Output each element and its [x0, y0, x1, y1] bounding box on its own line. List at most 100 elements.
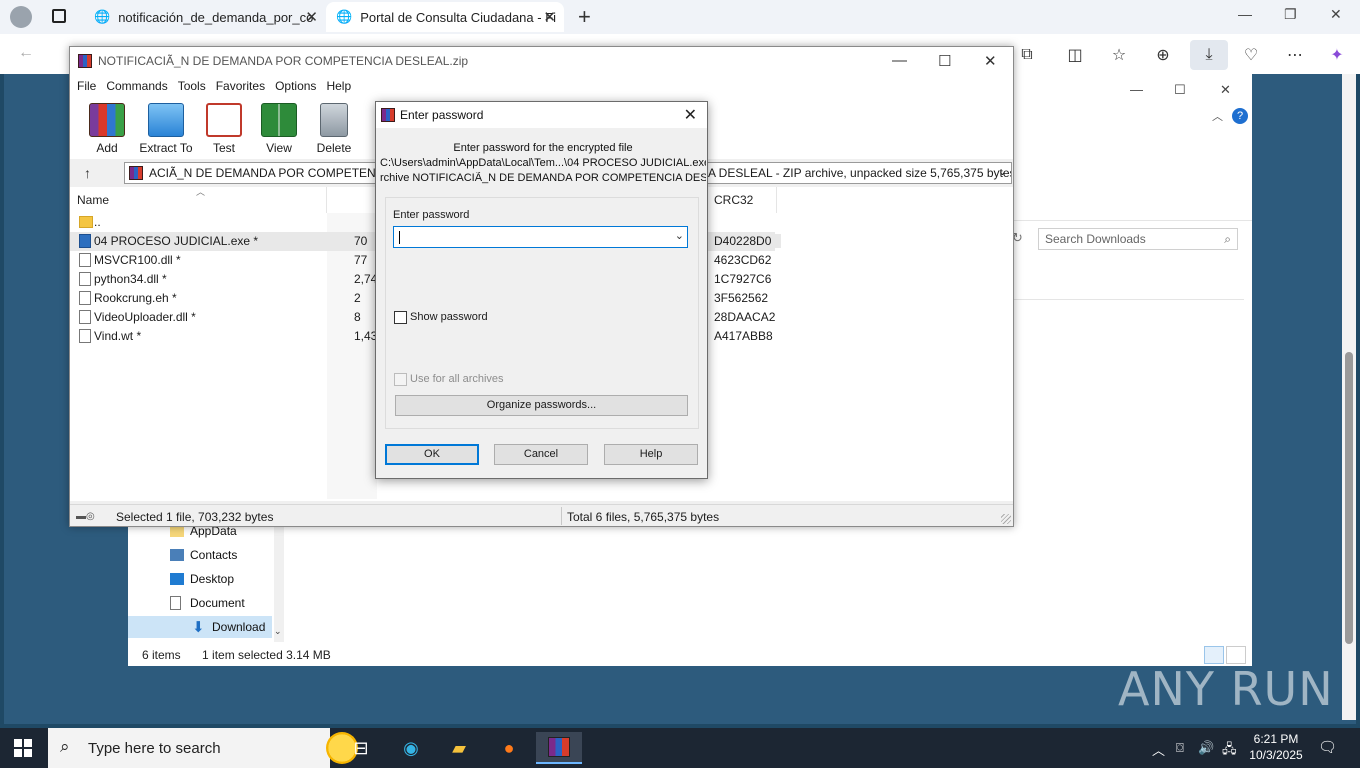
- file-size: 1,43: [354, 329, 378, 343]
- file-size: 70: [354, 234, 368, 248]
- tool-label: Delete: [316, 141, 352, 155]
- password-input[interactable]: ⌄: [393, 226, 688, 248]
- split-screen-icon[interactable]: ◫: [1064, 44, 1086, 66]
- clock-time: 6:21 PM: [1253, 732, 1299, 746]
- exe-icon: [79, 234, 91, 248]
- windows-start-icon[interactable]: [14, 739, 32, 757]
- minimize-icon[interactable]: —: [1130, 82, 1143, 97]
- file-name: VideoUploader.dll *: [94, 310, 196, 324]
- new-tab-button[interactable]: +: [578, 4, 591, 30]
- minimize-icon[interactable]: —: [892, 52, 907, 69]
- help-button[interactable]: Help: [604, 444, 698, 465]
- add-button[interactable]: Add: [79, 103, 135, 155]
- close-icon[interactable]: ✕: [1220, 82, 1231, 98]
- resize-grip-icon[interactable]: [1001, 514, 1011, 524]
- tab-actions-icon[interactable]: [52, 9, 66, 23]
- nav-item-contacts[interactable]: Contacts: [170, 544, 238, 566]
- tool-label: Extract To: [139, 141, 193, 155]
- sort-caret-icon: ︿: [196, 187, 206, 197]
- tab-title: notificación_de_demanda_por_co: [118, 9, 314, 25]
- item-count: 6 items: [142, 648, 181, 662]
- menu-favorites[interactable]: Favorites: [216, 75, 273, 97]
- volume-icon[interactable]: 🔊: [1198, 740, 1214, 756]
- restore-icon[interactable]: ❐: [1284, 6, 1297, 23]
- nav-item-label: Download: [212, 620, 266, 634]
- close-icon[interactable]: ✕: [1330, 6, 1342, 23]
- close-icon[interactable]: ✕: [984, 52, 997, 70]
- text-caret: [399, 231, 400, 245]
- menu-help[interactable]: Help: [326, 75, 359, 97]
- nav-item-documents[interactable]: Document: [170, 592, 245, 614]
- show-password-label[interactable]: Show password: [410, 311, 488, 323]
- ok-button[interactable]: OK: [385, 444, 479, 465]
- network-icon[interactable]: 🖧: [1222, 740, 1237, 762]
- favorites-icon[interactable]: ☆: [1108, 44, 1130, 66]
- search-placeholder: Type here to search: [88, 740, 221, 757]
- more-icon[interactable]: ⋯: [1284, 44, 1306, 66]
- close-tab-icon[interactable]: ✕: [305, 8, 318, 26]
- clock[interactable]: 6:21 PM 10/3/2025: [1246, 731, 1306, 763]
- minimize-icon[interactable]: —: [1238, 6, 1252, 22]
- close-tab-icon[interactable]: ✕: [543, 8, 556, 26]
- crc-value: A417ABB8: [714, 329, 773, 343]
- nav-item-label: Contacts: [190, 548, 238, 562]
- help-icon[interactable]: ?: [1232, 108, 1248, 124]
- chevron-up-icon[interactable]: ︿: [1152, 740, 1165, 759]
- use-for-all-label: Use for all archives: [410, 373, 504, 385]
- dialog-title: Enter password: [400, 108, 484, 122]
- globe-icon: 🌐: [94, 9, 111, 24]
- scrollbar-thumb[interactable]: [1345, 352, 1353, 644]
- copilot-icon[interactable]: ✦: [1326, 44, 1348, 66]
- notification-icon[interactable]: 🗨: [1318, 738, 1337, 756]
- nav-item-desktop[interactable]: Desktop: [170, 568, 234, 590]
- search-downloads-input[interactable]: Search Downloads ⌕: [1038, 228, 1238, 250]
- show-password-checkbox[interactable]: [394, 311, 407, 324]
- file-explorer-icon[interactable]: ▰: [442, 732, 476, 764]
- maximize-icon[interactable]: ☐: [1174, 82, 1186, 98]
- downloads-icon[interactable]: ⤓: [1190, 40, 1228, 70]
- task-view-icon[interactable]: ⊟: [344, 732, 378, 764]
- winrar-taskbar-icon[interactable]: [536, 732, 582, 764]
- extract-to-button[interactable]: Extract To: [138, 103, 194, 155]
- crc-value: 28DAACA2: [714, 310, 776, 324]
- edge-icon[interactable]: ◉: [394, 732, 428, 764]
- menu-tools[interactable]: Tools: [178, 75, 214, 97]
- profile-avatar[interactable]: [10, 6, 32, 28]
- dialog-archive-name: rchive NOTIFICACIÃ_N DE DEMANDA POR COMP…: [380, 172, 706, 184]
- nav-scrollbar[interactable]: ⌄: [274, 524, 284, 642]
- key-icon: ▬◎: [76, 511, 95, 522]
- divider: [561, 507, 562, 525]
- close-icon[interactable]: ✕: [684, 105, 697, 125]
- up-folder-icon[interactable]: ↑: [84, 165, 91, 181]
- view-button[interactable]: View: [251, 103, 307, 155]
- maximize-icon[interactable]: ☐: [938, 52, 951, 70]
- taskbar-search-box[interactable]: ⌕ Type here to search: [48, 728, 358, 768]
- chevron-down-icon[interactable]: ⌄: [675, 229, 684, 242]
- back-icon[interactable]: ←: [18, 44, 34, 62]
- tool-label: Add: [96, 141, 118, 155]
- menu-commands[interactable]: Commands: [106, 75, 175, 97]
- extensions-icon[interactable]: ⧉: [1016, 44, 1038, 66]
- collections-icon[interactable]: ⊕: [1152, 44, 1174, 66]
- collapse-ribbon-icon[interactable]: ︿: [1212, 108, 1223, 124]
- column-header-crc32[interactable]: CRC32: [714, 193, 753, 207]
- browser-essentials-icon[interactable]: ♡: [1240, 44, 1262, 66]
- nav-item-downloads[interactable]: ⬇ Download: [128, 616, 272, 638]
- page-scrollbar[interactable]: [1342, 74, 1356, 720]
- column-header-name[interactable]: Name: [77, 193, 109, 207]
- globe-icon: 🌐: [336, 9, 353, 24]
- chevron-down-icon[interactable]: ⌄: [998, 165, 1007, 178]
- browser-tab-notificacion[interactable]: 🌐 notificación_de_demanda_por_co ✕: [84, 2, 326, 32]
- meet-now-icon[interactable]: ⌼: [1176, 740, 1184, 756]
- use-for-all-checkbox: [394, 373, 407, 386]
- test-button[interactable]: Test: [196, 103, 252, 155]
- document-icon: [170, 596, 181, 610]
- cancel-button[interactable]: Cancel: [494, 444, 588, 465]
- browser-tab-portal[interactable]: 🌐 Portal de Consulta Ciudadana - Fi ✕: [326, 2, 564, 32]
- firefox-icon[interactable]: ●: [492, 732, 526, 764]
- menu-options[interactable]: Options: [275, 75, 324, 97]
- crc-value: 3F562562: [714, 291, 769, 305]
- delete-button[interactable]: Delete: [306, 103, 362, 155]
- organize-passwords-button[interactable]: Organize passwords...: [395, 395, 688, 416]
- menu-file[interactable]: File: [77, 75, 104, 97]
